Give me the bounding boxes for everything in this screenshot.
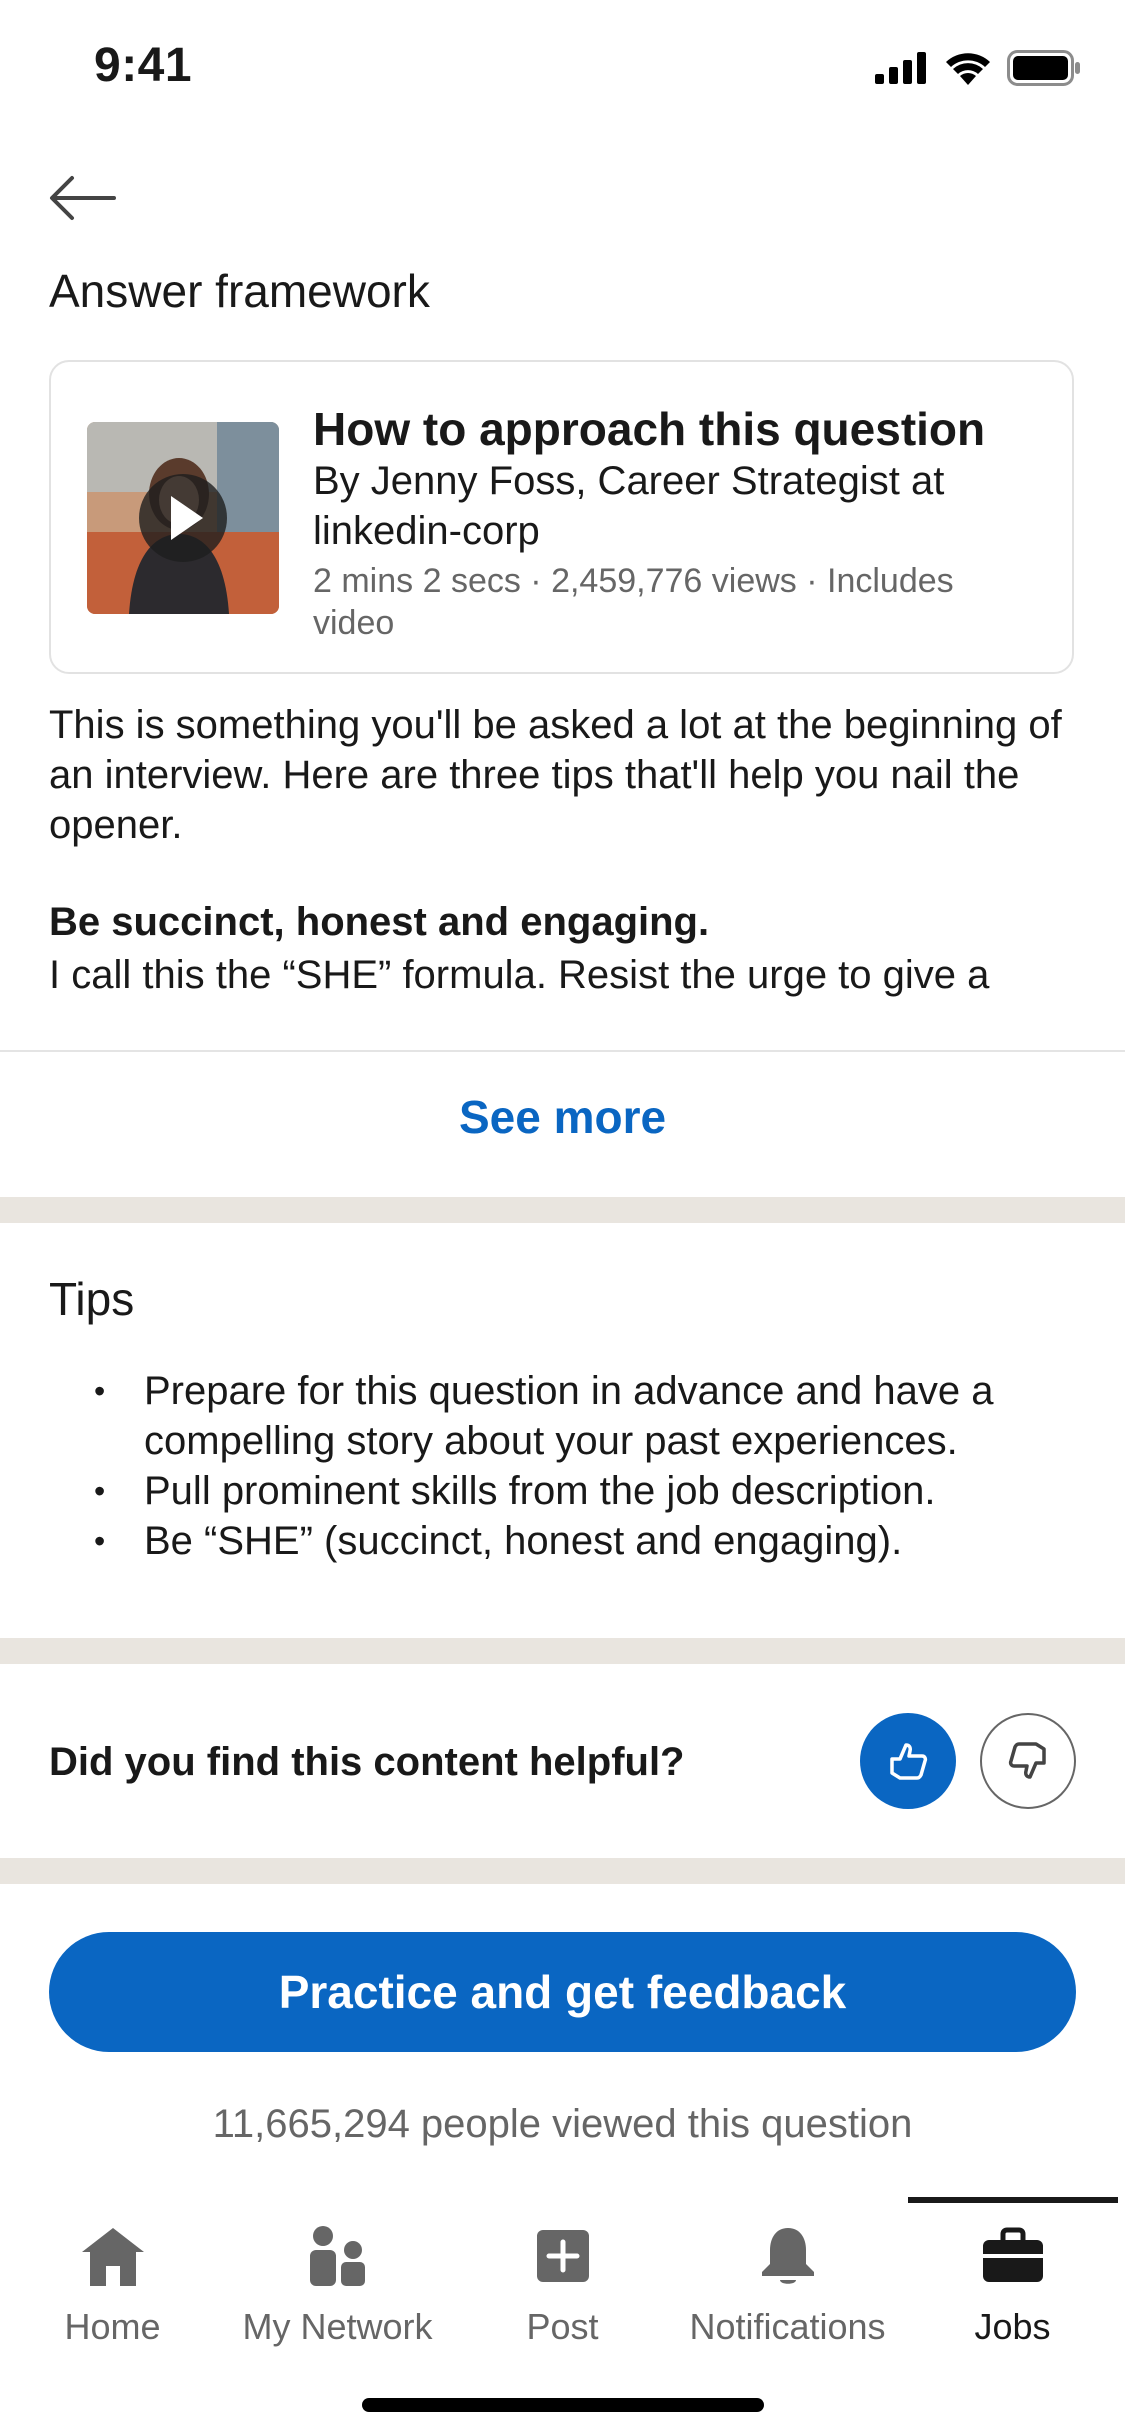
nav-label-jobs: Jobs: [974, 2306, 1051, 2347]
nav-label-my-network: My Network: [242, 2306, 433, 2347]
tips-title: Tips: [49, 1273, 135, 1325]
nav-item-home[interactable]: Home: [0, 2216, 225, 2348]
practice-feedback-button[interactable]: Practice and get feedback: [49, 1932, 1076, 2052]
article-bold-heading: Be succinct, honest and engaging.: [49, 900, 710, 944]
video-card[interactable]: How to approach this question By Jenny F…: [49, 360, 1074, 674]
section-title: Answer framework: [49, 265, 430, 317]
video-thumbnail[interactable]: [87, 422, 279, 614]
article-truncated-line: I call this the “SHE” formula. Resist th…: [49, 953, 990, 997]
thumbs-up-button[interactable]: [860, 1713, 956, 1809]
battery-icon: [1007, 50, 1080, 86]
views-count: 11,665,294 people viewed this question: [212, 2102, 913, 2146]
section-divider: [0, 1197, 1125, 1223]
network-icon: [309, 2226, 365, 2286]
nav-item-notifications[interactable]: Notifications: [675, 2216, 900, 2348]
nav-label-notifications: Notifications: [689, 2306, 886, 2347]
nav-item-jobs[interactable]: Jobs: [900, 2216, 1125, 2348]
home-icon: [81, 2228, 144, 2286]
thumbs-down-button[interactable]: [980, 1713, 1076, 1809]
arrow-left-icon: [50, 176, 116, 220]
status-time: 9:41: [94, 39, 193, 92]
tips-list: Prepare for this question in advance and…: [94, 1366, 1084, 1566]
back-button[interactable]: [44, 160, 124, 240]
thumbs-up-icon: [890, 1743, 928, 1780]
bell-icon: [761, 2228, 814, 2284]
nav-item-post[interactable]: Post: [450, 2216, 675, 2348]
divider: [0, 1050, 1125, 1052]
nav-item-my-network[interactable]: My Network: [225, 2216, 450, 2348]
section-divider: [0, 1858, 1125, 1884]
section-divider: [0, 1638, 1125, 1664]
video-meta: 2 mins 2 secs · 2,459,776 views · Includ…: [313, 562, 954, 642]
home-indicator: [362, 2398, 764, 2412]
video-author: By Jenny Foss, Career Strategist at link…: [313, 459, 945, 553]
signal-icon: [875, 52, 926, 84]
article-intro: This is something you'll be asked a lot …: [49, 703, 1062, 847]
briefcase-icon: [982, 2227, 1043, 2282]
video-title[interactable]: How to approach this question: [313, 402, 985, 456]
see-more-button[interactable]: See more: [0, 1090, 1125, 1144]
post-icon: [536, 2230, 589, 2282]
status-icons: [875, 50, 1081, 86]
tip-item: Pull prominent skills from the job descr…: [94, 1466, 1084, 1516]
nav-label-home: Home: [64, 2306, 161, 2347]
nav-label-post: Post: [526, 2306, 599, 2347]
helpful-question: Did you find this content helpful?: [49, 1740, 685, 1784]
tip-item: Prepare for this question in advance and…: [94, 1366, 1084, 1466]
tip-item: Be “SHE” (succinct, honest and engaging)…: [94, 1516, 1084, 1566]
wifi-icon: [946, 53, 990, 85]
thumbs-down-icon: [1008, 1742, 1046, 1779]
